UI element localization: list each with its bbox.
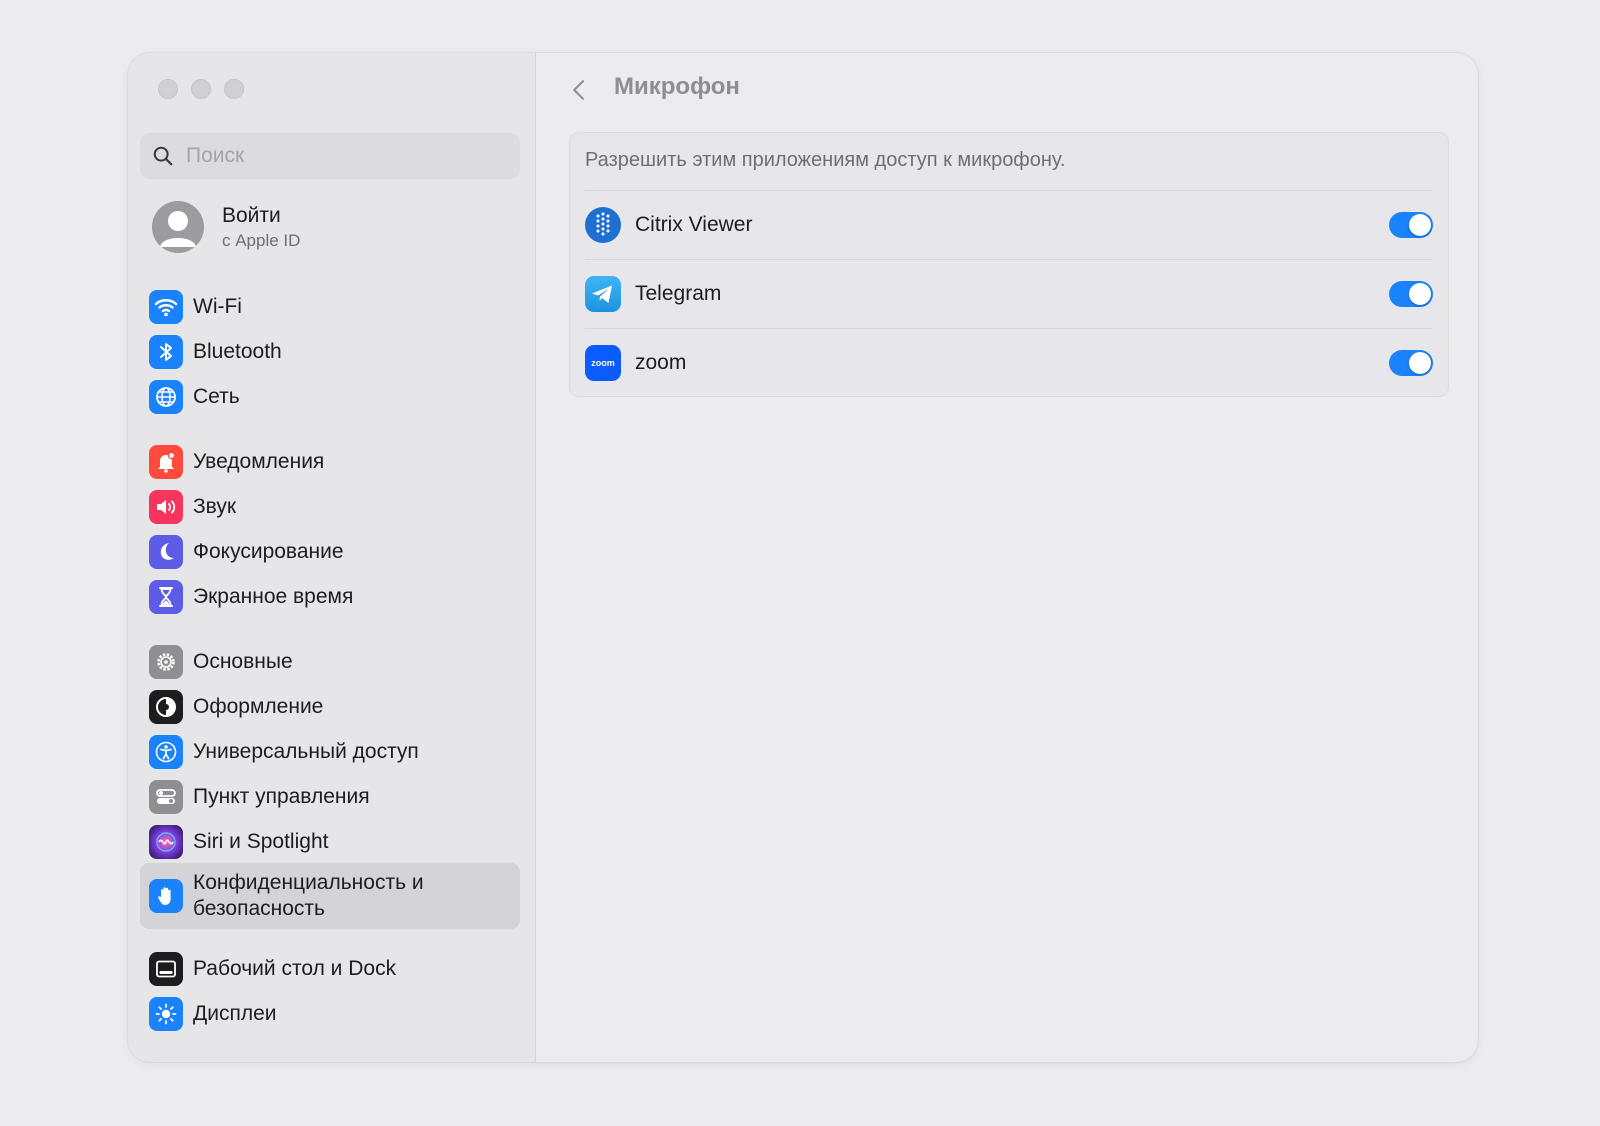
sidebar-item-label: Рабочий стол и Dock (193, 957, 397, 980)
app-row-zoom: zoom zoom (585, 328, 1433, 396)
app-row-telegram: Telegram (585, 259, 1433, 327)
microphone-apps-list: Разрешить этим приложениям доступ к микр… (569, 132, 1449, 397)
sidebar-item-displays[interactable]: Дисплеи (140, 992, 520, 1036)
close-button[interactable] (158, 79, 178, 99)
siri-icon (149, 825, 183, 859)
sidebar-item-label: Wi-Fi (193, 295, 242, 318)
traffic-lights (158, 79, 244, 99)
appearance-icon (149, 690, 183, 724)
search-field[interactable] (140, 133, 520, 179)
chevron-left-icon (573, 80, 585, 100)
person-icon (160, 211, 196, 247)
sidebar-item-label: Звук (193, 495, 237, 518)
sidebar-item-label: Сеть (193, 385, 240, 408)
sidebar-item-appearance[interactable]: Оформление (140, 685, 520, 729)
apple-id-account[interactable]: Войти с Apple ID (152, 201, 300, 253)
sidebar-item-label: Уведомления (193, 450, 325, 473)
bell-icon (149, 445, 183, 479)
zoom-icon: zoom (585, 344, 621, 381)
avatar (152, 201, 204, 253)
settings-window: Войти с Apple ID Wi-Fi Bluetooth (128, 53, 1478, 1062)
main-pane: Микрофон Разрешить этим приложениям дост… (536, 53, 1478, 1062)
sidebar-item-bluetooth[interactable]: Bluetooth (140, 330, 520, 374)
citrix-viewer-toggle[interactable] (1389, 211, 1433, 238)
account-name: Войти (222, 203, 281, 227)
speaker-icon (149, 490, 183, 524)
hourglass-icon (149, 580, 183, 614)
search-input[interactable] (184, 143, 488, 169)
sidebar-item-notifications[interactable]: Уведомления (140, 440, 520, 484)
sidebar-item-general[interactable]: Основные (140, 640, 520, 684)
accessibility-icon (149, 735, 183, 769)
sidebar-item-accessibility[interactable]: Универсальный доступ (140, 730, 520, 774)
zoom-icon-text: zoom (591, 357, 615, 368)
sidebar-item-sound[interactable]: Звук (140, 485, 520, 529)
sidebar-item-label: Универсальный доступ (193, 740, 419, 763)
search-icon (153, 146, 173, 166)
telegram-icon (585, 275, 621, 312)
app-name: Citrix Viewer (635, 212, 753, 236)
sidebar-item-label: Пункт управления (193, 785, 370, 808)
minimize-button[interactable] (191, 79, 211, 99)
sidebar-item-screen-time[interactable]: Экранное время (140, 575, 520, 619)
sun-icon (149, 997, 183, 1031)
sidebar-item-control-center[interactable]: Пункт управления (140, 775, 520, 819)
sidebar-item-label: Экранное время (193, 585, 354, 608)
app-row-citrix-viewer: Citrix Viewer (585, 190, 1433, 258)
sidebar-item-wifi[interactable]: Wi-Fi (140, 285, 520, 329)
sidebar-item-privacy-security[interactable]: Конфиденциальность и безопасность (140, 863, 520, 929)
bluetooth-icon (149, 335, 183, 369)
sidebar-item-desktop-dock[interactable]: Рабочий стол и Dock (140, 947, 520, 991)
app-name: zoom (635, 350, 687, 374)
wifi-icon (149, 290, 183, 324)
sidebar: Войти с Apple ID Wi-Fi Bluetooth (128, 53, 536, 1062)
sidebar-item-label: Siri и Spotlight (193, 830, 329, 853)
dock-icon (149, 952, 183, 986)
globe-icon (149, 380, 183, 414)
sidebar-item-label: Дисплеи (193, 1002, 277, 1025)
sidebar-item-siri-spotlight[interactable]: Siri и Spotlight (140, 820, 520, 864)
app-name: Telegram (635, 281, 722, 305)
sidebar-item-network[interactable]: Сеть (140, 375, 520, 419)
sidebar-item-label: Bluetooth (193, 340, 282, 363)
account-sub: с Apple ID (222, 230, 301, 250)
hand-icon (149, 879, 183, 913)
gear-icon (149, 645, 183, 679)
telegram-toggle[interactable] (1389, 280, 1433, 307)
switches-icon (149, 780, 183, 814)
sidebar-item-label: Конфиденциальность и безопасность (193, 871, 424, 920)
moon-icon (149, 535, 183, 569)
back-button[interactable] (566, 75, 592, 105)
page-title: Микрофон (614, 73, 740, 100)
sidebar-item-label: Фокусирование (193, 540, 344, 563)
sidebar-item-label: Оформление (193, 695, 324, 718)
citrix-icon (585, 206, 621, 243)
list-description: Разрешить этим приложениям доступ к микр… (585, 149, 1066, 171)
zoom-button[interactable] (224, 79, 244, 99)
sidebar-item-focus[interactable]: Фокусирование (140, 530, 520, 574)
sidebar-item-label: Основные (193, 650, 293, 673)
zoom-toggle[interactable] (1389, 349, 1433, 376)
